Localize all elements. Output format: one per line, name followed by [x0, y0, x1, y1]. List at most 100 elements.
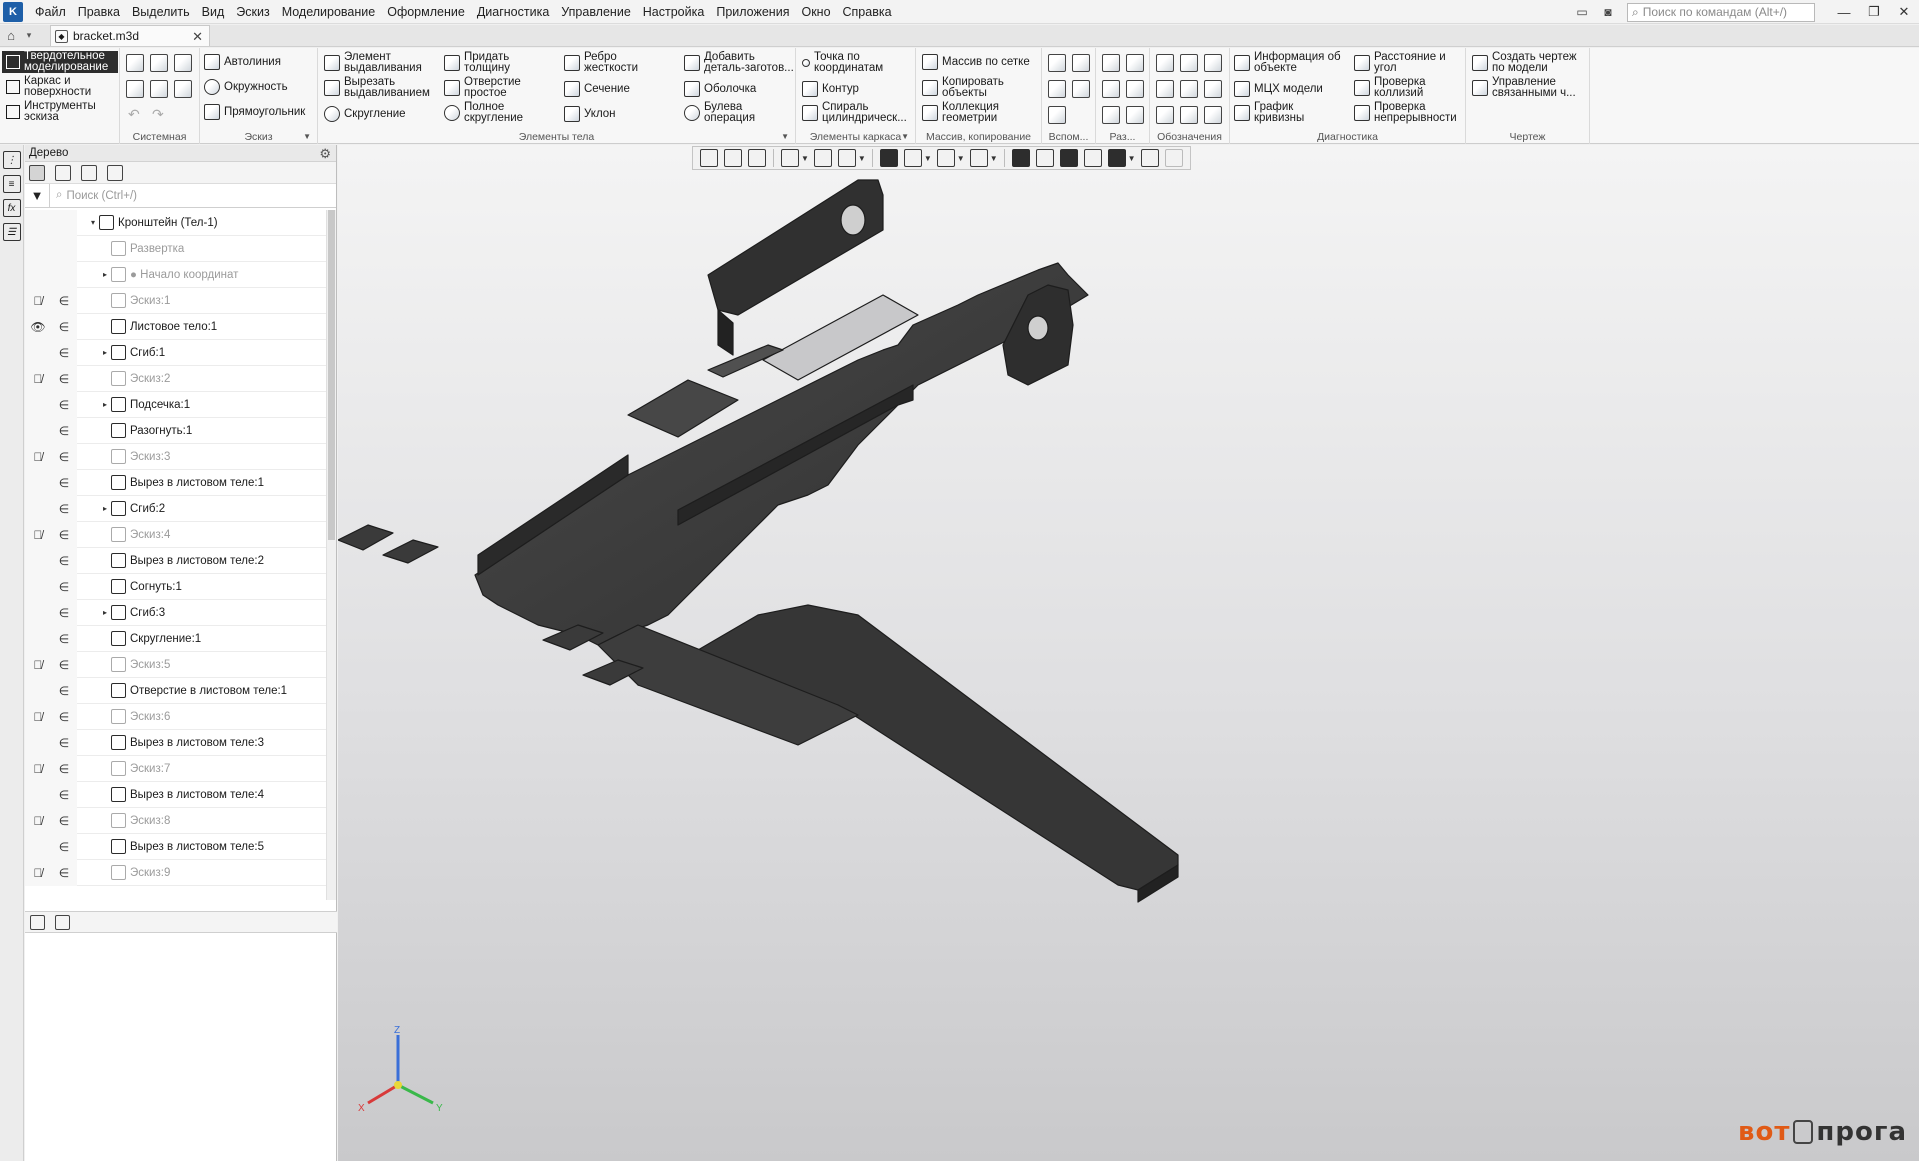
links-view-icon[interactable] — [81, 164, 97, 181]
close-tab-icon[interactable]: ✕ — [192, 29, 203, 45]
expand-arrow-icon[interactable]: ▸ — [99, 400, 111, 409]
section-button[interactable]: Сечение — [564, 81, 630, 97]
redo-icon[interactable]: ↷ — [152, 106, 164, 123]
variables-fx-icon[interactable]: fx — [2, 199, 21, 217]
relation-icon[interactable]: ∈ — [51, 677, 77, 704]
grid-array-button[interactable]: Массив по сетке — [922, 54, 1030, 70]
layout-icon[interactable]: ▭ — [1571, 3, 1593, 21]
visibility-eye-icon[interactable]: 👁̸ — [25, 651, 51, 678]
chamfer-size-icon[interactable] — [1126, 106, 1144, 124]
tree-row[interactable]: 👁̸ ∈ Эскиз:3 — [25, 443, 327, 470]
menu-item[interactable]: Правка — [72, 0, 126, 24]
menu-item[interactable]: Файл — [29, 0, 72, 24]
diameter-size-icon[interactable] — [1126, 54, 1144, 72]
chevron-down-icon[interactable]: ▼ — [303, 130, 311, 144]
tree-row[interactable]: 👁̸ ∈ Эскиз:9 — [25, 859, 327, 886]
tree-row[interactable]: 👁̸ ∈ Эскиз:8 — [25, 807, 327, 834]
visibility-cell[interactable] — [25, 391, 51, 418]
aux-line-icon[interactable] — [1048, 106, 1066, 124]
visibility-cell[interactable] — [25, 729, 51, 756]
tree-row[interactable]: 👁̸ ∈ Эскиз:2 — [25, 365, 327, 392]
menu-item[interactable]: Диагностика — [471, 0, 555, 24]
relation-icon[interactable]: ∈ — [51, 365, 77, 392]
tree-row[interactable]: ∈ Согнуть:1 — [25, 573, 327, 600]
visibility-eye-icon[interactable]: 👁̸ — [25, 703, 51, 730]
relation-cell[interactable] — [51, 235, 77, 262]
arc-size-icon[interactable] — [1102, 106, 1120, 124]
visibility-cell[interactable] — [25, 261, 51, 288]
visibility-cell[interactable] — [25, 599, 51, 626]
tree-search-input[interactable]: ⌕ Поиск (Ctrl+/) — [49, 183, 336, 208]
fillet-button[interactable]: Скругление — [324, 106, 406, 122]
home-icon[interactable]: ⌂ — [0, 25, 22, 46]
tree-row[interactable]: Развертка — [25, 235, 327, 262]
draft-button[interactable]: Уклон — [564, 106, 616, 122]
visibility-eye-icon[interactable]: 👁̸ — [25, 521, 51, 548]
filter-icon[interactable]: ▼ — [25, 188, 49, 203]
object-info-button[interactable]: Информация об объекте — [1234, 51, 1341, 74]
continuity-check-button[interactable]: Проверка непрерывности — [1354, 101, 1457, 124]
menu-item[interactable]: Настройка — [637, 0, 711, 24]
visibility-cell[interactable] — [25, 625, 51, 652]
circle-button[interactable]: Окружность — [204, 79, 288, 95]
curvature-graph-button[interactable]: График кривизны — [1234, 101, 1304, 124]
relation-icon[interactable]: ∈ — [51, 755, 77, 782]
menu-item[interactable]: Выделить — [126, 0, 196, 24]
model-viewport[interactable]: ▼ ▼ ▼ ▼ ▼ ▼ Z X Y вот прога — [338, 145, 1919, 1161]
properties-panel-icon[interactable]: ≡ — [2, 175, 21, 193]
relation-icon[interactable]: ∈ — [51, 287, 77, 314]
tree-row[interactable]: ∈ ▸ Сгиб:3 — [25, 599, 327, 626]
rectangle-button[interactable]: Прямоугольник — [204, 104, 305, 120]
text-mark-icon[interactable] — [1156, 106, 1174, 124]
symbol-mark-icon[interactable] — [1204, 106, 1222, 124]
new-document-icon[interactable] — [126, 54, 144, 72]
autoline-button[interactable]: Автолиния — [204, 54, 281, 70]
chevron-down-icon[interactable]: ▼ — [901, 130, 909, 144]
relation-icon[interactable]: ∈ — [51, 651, 77, 678]
tree-row[interactable]: ▾ Кронштейн (Тел-1) — [25, 210, 327, 236]
position-mark-icon[interactable] — [1180, 80, 1198, 98]
app-logo-icon[interactable]: K — [3, 1, 23, 22]
tree-row[interactable]: ∈ Скругление:1 — [25, 625, 327, 652]
menu-item[interactable]: Эскиз — [230, 0, 275, 24]
save-all-icon[interactable] — [174, 80, 192, 98]
copy-objects-button[interactable]: Копировать объекты — [922, 76, 1004, 99]
tree-view-icon[interactable] — [30, 914, 45, 930]
tree-panel-icon[interactable]: ⋮ — [2, 151, 21, 169]
mass-properties-button[interactable]: МЦХ модели — [1234, 81, 1323, 97]
tree-row[interactable]: ∈ Вырез в листовом теле:1 — [25, 469, 327, 496]
relation-icon[interactable]: ∈ — [51, 443, 77, 470]
geometry-collection-button[interactable]: Коллекция геометрии — [922, 101, 999, 124]
tree-row[interactable]: ∈ Вырез в листовом теле:5 — [25, 833, 327, 860]
build-order-icon[interactable] — [55, 164, 71, 181]
menu-item[interactable]: Вид — [196, 0, 231, 24]
collision-check-button[interactable]: Проверка коллизий — [1354, 76, 1426, 99]
layers-icon[interactable]: ☰ — [2, 223, 21, 241]
aux-point-icon[interactable] — [1048, 80, 1066, 98]
relation-icon[interactable]: ∈ — [51, 807, 77, 834]
relation-icon[interactable]: ∈ — [51, 339, 77, 366]
leader-icon[interactable] — [1156, 54, 1174, 72]
tree-row[interactable]: ∈ Вырез в листовом теле:4 — [25, 781, 327, 808]
tree-scrollbar[interactable] — [326, 210, 336, 900]
aux-plane-icon[interactable] — [1048, 54, 1066, 72]
expand-arrow-icon[interactable]: ▾ — [87, 218, 99, 227]
tree-row[interactable]: 👁̸ ∈ Эскиз:5 — [25, 651, 327, 678]
tree-row[interactable]: ∈ ▸ Сгиб:1 — [25, 339, 327, 366]
menu-item[interactable]: Оформление — [381, 0, 471, 24]
simple-hole-button[interactable]: Отверстие простое — [444, 76, 521, 99]
filter-view-icon[interactable] — [107, 164, 123, 181]
command-search-input[interactable]: ⌕ Поиск по командам (Alt+/) — [1627, 2, 1815, 22]
visibility-cell[interactable] — [25, 417, 51, 444]
menu-item[interactable]: Приложения — [710, 0, 795, 24]
tree-row[interactable]: 👁̸ ∈ Эскиз:7 — [25, 755, 327, 782]
tree-row[interactable]: ∈ Отверстие в листовом теле:1 — [25, 677, 327, 704]
bracket-model[interactable] — [338, 145, 1919, 1161]
cylindrical-spiral-button[interactable]: Спираль цилиндрическ... — [802, 101, 907, 124]
tree-row[interactable]: 👁 ∈ Листовое тело:1 — [25, 313, 327, 340]
close-window-button[interactable]: ✕ — [1889, 0, 1919, 24]
visibility-cell[interactable] — [25, 677, 51, 704]
relation-icon[interactable]: ∈ — [51, 859, 77, 886]
radial-size-icon[interactable] — [1102, 80, 1120, 98]
mode-sketch-tools-button[interactable]: Инструменты эскиза — [2, 100, 118, 123]
